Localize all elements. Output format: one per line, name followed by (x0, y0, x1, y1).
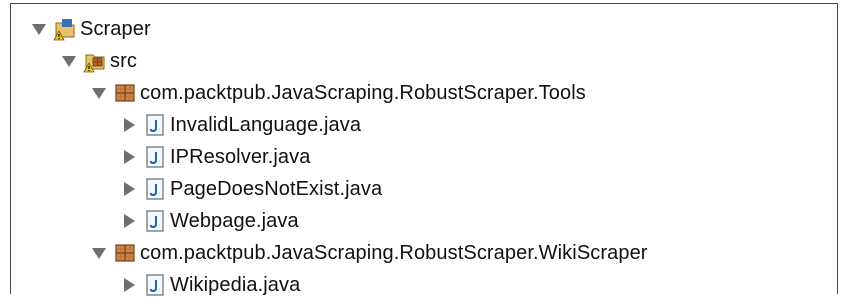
tree-item-label: com.packtpub.JavaScraping.RobustScraper.… (140, 81, 586, 104)
expanded-triangle-icon[interactable] (31, 21, 47, 37)
tree-item-file[interactable]: Webpage.java (121, 206, 299, 236)
collapsed-triangle-icon[interactable] (121, 277, 137, 293)
expanded-triangle-icon[interactable] (61, 53, 77, 69)
package-icon (115, 244, 135, 262)
tree-item-file[interactable]: InvalidLanguage.java (121, 110, 361, 140)
expanded-triangle-icon[interactable] (91, 85, 107, 101)
tree-item-label: Webpage.java (170, 209, 299, 232)
tree-item-src[interactable]: src (61, 46, 137, 76)
collapsed-triangle-icon[interactable] (121, 181, 137, 197)
java-file-icon (146, 114, 164, 136)
tree-item-label: PageDoesNotExist.java (170, 177, 383, 200)
java-file-icon (146, 210, 164, 232)
tree-item-label: InvalidLanguage.java (170, 113, 362, 136)
tree-item-label: Wikipedia.java (170, 273, 301, 296)
tree-item-project[interactable]: Scraper (31, 14, 151, 44)
collapsed-triangle-icon[interactable] (121, 149, 137, 165)
collapsed-triangle-icon[interactable] (121, 213, 137, 229)
tree-item-package[interactable]: com.packtpub.JavaScraping.RobustScraper.… (91, 78, 586, 108)
collapsed-triangle-icon[interactable] (121, 117, 137, 133)
tree-item-label: src (110, 49, 137, 72)
source-folder-warning-icon (83, 54, 105, 73)
package-explorer-tree: Scraper src com.packtpub.JavaScraping.Ro… (10, 3, 838, 296)
tree-item-file[interactable]: PageDoesNotExist.java (121, 174, 382, 204)
package-icon (115, 84, 135, 102)
tree-item-file[interactable]: IPResolver.java (121, 142, 310, 172)
expanded-triangle-icon[interactable] (91, 245, 107, 261)
tree-item-label: com.packtpub.JavaScraping.RobustScraper.… (140, 241, 648, 264)
java-file-icon (146, 274, 164, 296)
tree-item-label: Scraper (80, 17, 151, 40)
java-file-icon (146, 178, 164, 200)
project-folder-warning-icon (53, 19, 75, 41)
tree-item-package[interactable]: com.packtpub.JavaScraping.RobustScraper.… (91, 238, 648, 268)
tree-item-label: IPResolver.java (170, 145, 311, 168)
java-file-icon (146, 146, 164, 168)
